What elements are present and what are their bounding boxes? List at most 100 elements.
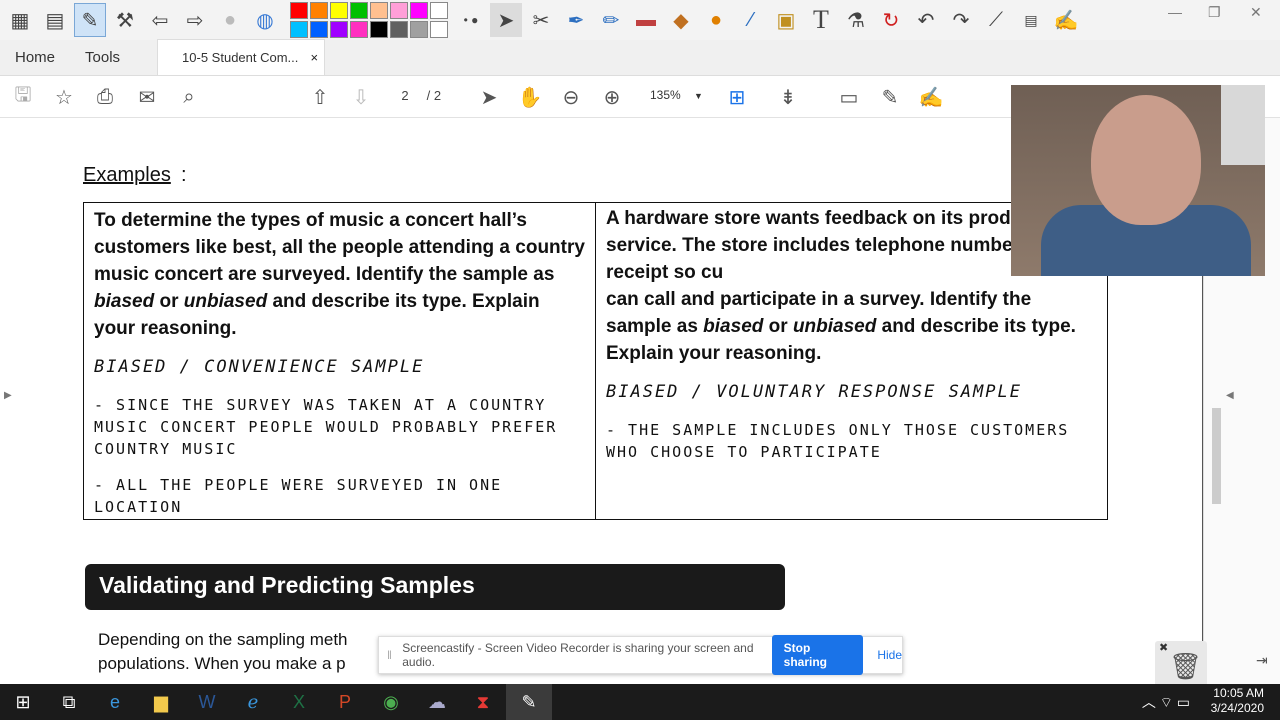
- arrow-cursor-icon[interactable]: ➤: [490, 3, 522, 37]
- scroll-mode-icon[interactable]: ⇟: [775, 84, 801, 110]
- eyedropper-icon[interactable]: ⁄: [735, 3, 767, 37]
- comment-icon[interactable]: ▭: [836, 84, 862, 110]
- select-cursor-icon[interactable]: ➤: [476, 84, 502, 110]
- tab-bar: Home Tools 10-5 Student Com... ×: [0, 39, 1280, 76]
- close-widget-icon[interactable]: ✖: [1159, 641, 1168, 654]
- color-swatch[interactable]: [430, 20, 448, 38]
- flask-icon[interactable]: ⚗: [840, 3, 872, 37]
- page-icon[interactable]: ▤: [1015, 3, 1047, 37]
- tab-document[interactable]: 10-5 Student Com... ×: [157, 39, 326, 75]
- ruler-icon[interactable]: ⟋: [980, 3, 1012, 37]
- color-swatch[interactable]: [390, 1, 408, 19]
- shape-icon[interactable]: ●: [700, 3, 732, 37]
- chrome-icon[interactable]: ◉: [368, 684, 414, 720]
- settings-icon[interactable]: ✂: [525, 3, 557, 37]
- zoom-out-icon[interactable]: ⊖: [558, 84, 584, 110]
- play-icon[interactable]: ●: [214, 3, 246, 37]
- page-up-icon[interactable]: ⇧: [307, 84, 333, 110]
- color-swatch[interactable]: [390, 20, 408, 38]
- left-panel-toggle-icon[interactable]: ▶: [4, 390, 12, 401]
- search-icon[interactable]: ⌕: [176, 84, 202, 110]
- highlight-pen-icon[interactable]: ✎: [877, 84, 903, 110]
- zoom-in-icon[interactable]: ⊕: [599, 84, 625, 110]
- color-swatch[interactable]: [290, 1, 308, 19]
- color-swatch[interactable]: [310, 20, 328, 38]
- panel-collapse-icon[interactable]: ⇥: [1256, 652, 1268, 669]
- tab-home[interactable]: Home: [0, 39, 70, 75]
- back-icon[interactable]: ⇦: [144, 3, 176, 37]
- scrollbar-thumb[interactable]: [1212, 408, 1221, 504]
- system-tray[interactable]: ︿ ⌔ ▭: [1142, 692, 1190, 712]
- unbiased-word: unbiased: [792, 316, 877, 337]
- color-swatch[interactable]: [410, 1, 428, 19]
- grid-icon[interactable]: ▦: [4, 3, 36, 37]
- card-icon[interactable]: ▤: [39, 3, 71, 37]
- tools-icon[interactable]: ⚒: [109, 3, 141, 37]
- left-answer-point: - Since the survey was taken at a countr…: [94, 396, 558, 458]
- webcam-overlay[interactable]: [1011, 85, 1265, 276]
- color-swatch[interactable]: [330, 20, 348, 38]
- page-down-icon[interactable]: ⇩: [348, 84, 374, 110]
- biased-word: biased: [703, 316, 764, 337]
- fit-page-icon[interactable]: ⊞: [724, 84, 750, 110]
- excel-icon[interactable]: X: [276, 684, 322, 720]
- close-window-icon[interactable]: ✕: [1250, 4, 1262, 21]
- highlighter-icon[interactable]: ✏: [595, 3, 627, 37]
- line-weight-icon[interactable]: • ●: [455, 3, 487, 37]
- clapper-icon[interactable]: ▣: [770, 3, 802, 37]
- page-indicator: 2 / 2: [393, 88, 441, 103]
- zoom-select[interactable]: 135% ▼: [650, 88, 703, 102]
- undo-icon[interactable]: ↶: [910, 3, 942, 37]
- right-answer-point: - The sample includes only those custome…: [606, 421, 1070, 461]
- bookmark-star-icon[interactable]: ☆: [51, 84, 77, 110]
- tab-tools[interactable]: Tools: [70, 39, 135, 75]
- restore-icon[interactable]: ❐: [1208, 4, 1221, 21]
- save-icon[interactable]: 🖫: [10, 84, 36, 110]
- print-icon[interactable]: ⎙: [92, 84, 118, 110]
- recycle-bin-widget[interactable]: ✖ 🗑: [1155, 641, 1207, 687]
- color-swatch[interactable]: [310, 1, 328, 19]
- cloud-app-icon[interactable]: ☁: [414, 684, 460, 720]
- file-explorer-icon[interactable]: ▆: [138, 684, 184, 720]
- task-view-icon[interactable]: ⧉: [46, 684, 92, 720]
- pen-tool-icon[interactable]: ✍: [1050, 3, 1082, 37]
- globe-icon[interactable]: ◍: [249, 3, 281, 37]
- stop-sharing-button[interactable]: Stop sharing: [771, 635, 864, 675]
- forward-icon[interactable]: ⇨: [179, 3, 211, 37]
- sign-icon[interactable]: ✍: [918, 84, 944, 110]
- tab-close-icon[interactable]: ×: [310, 50, 318, 65]
- color-swatch[interactable]: [330, 1, 348, 19]
- powerpoint-icon[interactable]: P: [322, 684, 368, 720]
- text-icon[interactable]: T: [805, 3, 837, 37]
- color-swatch[interactable]: [350, 20, 368, 38]
- minimize-icon[interactable]: —: [1168, 4, 1182, 20]
- section-body-text: Depending on the sampling meth populatio…: [98, 628, 348, 676]
- color-swatch[interactable]: [350, 1, 368, 19]
- hide-button[interactable]: Hide: [877, 648, 902, 662]
- fill-icon[interactable]: ◆: [665, 3, 697, 37]
- email-icon[interactable]: ✉: [134, 84, 160, 110]
- color-swatch[interactable]: [370, 1, 388, 19]
- refresh-icon[interactable]: ↻: [875, 3, 907, 37]
- color-swatch[interactable]: [290, 20, 308, 38]
- acrobat-icon[interactable]: ⧗: [460, 684, 506, 720]
- drag-handle-icon[interactable]: ‖: [387, 648, 396, 662]
- eraser-icon[interactable]: ▬: [630, 3, 662, 37]
- windows-start-icon[interactable]: ⊞: [0, 684, 46, 720]
- ie-icon[interactable]: ℯ: [230, 684, 276, 720]
- color-swatch[interactable]: [370, 20, 388, 38]
- share-message: Screencastify - Screen Video Recorder is…: [402, 641, 754, 669]
- clock[interactable]: 10:05 AM 3/24/2020: [1211, 686, 1264, 716]
- current-page-input[interactable]: 2: [393, 88, 417, 103]
- right-panel-toggle-icon[interactable]: ◀: [1226, 390, 1234, 401]
- pen-window-icon[interactable]: ✎: [74, 3, 106, 37]
- annotate-app-icon[interactable]: ✎: [506, 684, 552, 720]
- word-icon[interactable]: W: [184, 684, 230, 720]
- edge-icon[interactable]: e: [92, 684, 138, 720]
- pen-icon[interactable]: ✒: [560, 3, 592, 37]
- color-swatch[interactable]: [430, 1, 448, 19]
- redo-icon[interactable]: ↷: [945, 3, 977, 37]
- hand-tool-icon[interactable]: ✋: [517, 84, 543, 110]
- color-swatch[interactable]: [410, 20, 428, 38]
- left-example-cell: To determine the types of music a concer…: [84, 203, 596, 519]
